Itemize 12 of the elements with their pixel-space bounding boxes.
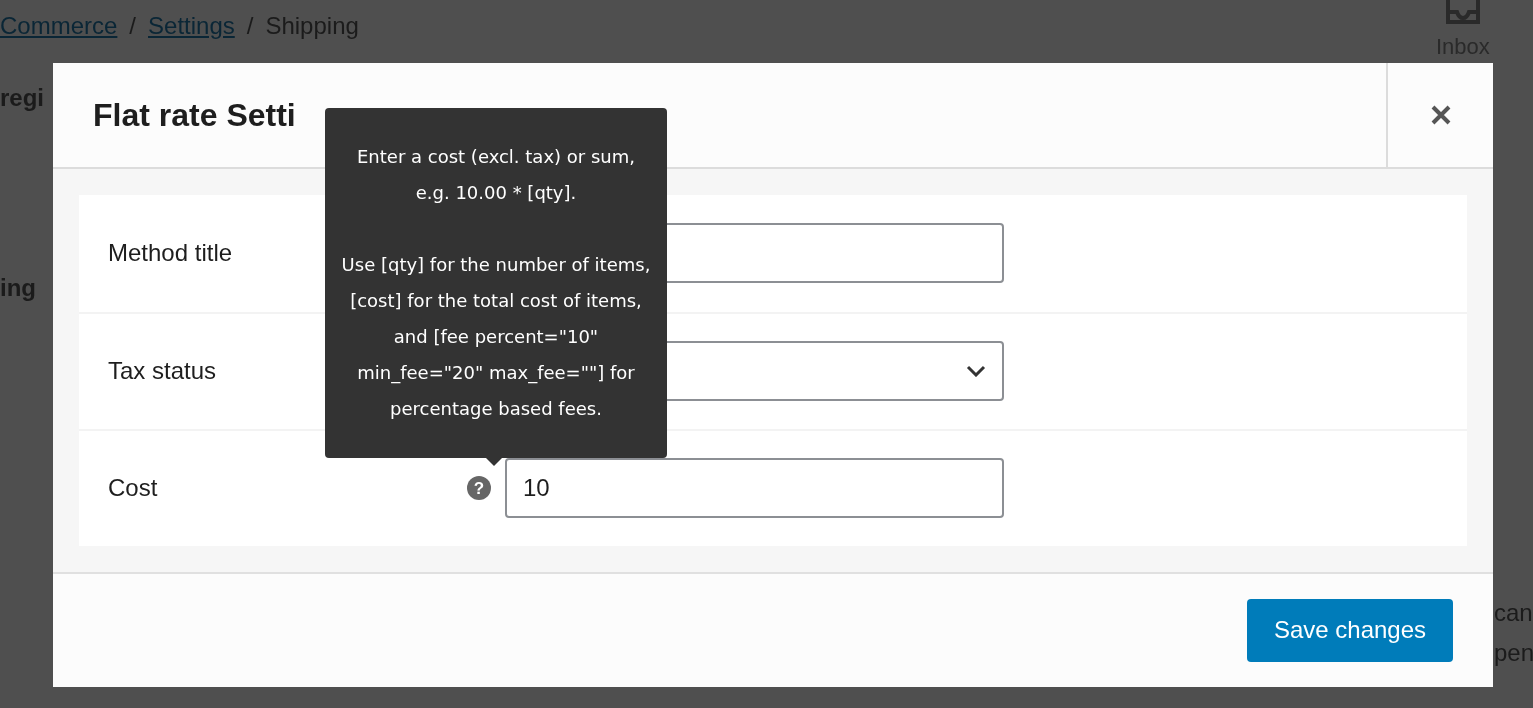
save-button[interactable]: Save changes xyxy=(1247,598,1453,662)
close-icon xyxy=(1429,103,1452,126)
field-label: Tax status xyxy=(108,356,217,387)
chevron-down-icon xyxy=(966,365,986,378)
modal-title: Flat rate Setti xyxy=(93,95,296,135)
text-input[interactable]: 10 xyxy=(505,458,1004,519)
breadcrumb-separator: / xyxy=(246,11,254,41)
help-icon[interactable]: ? xyxy=(467,476,491,501)
field-label: Method title xyxy=(108,238,233,269)
field-label: Cost xyxy=(108,473,158,504)
breadcrumb-separator: / xyxy=(129,11,137,41)
tooltip-text: Enter a cost (excl. tax) or sum, e.g. 10.00 * [qty]. Use [qty] for the number of items, [cost] for the total cost of items, and [fee percent="10" min_fee="20" max_fee=""] for percentage based fees. xyxy=(340,145,652,421)
